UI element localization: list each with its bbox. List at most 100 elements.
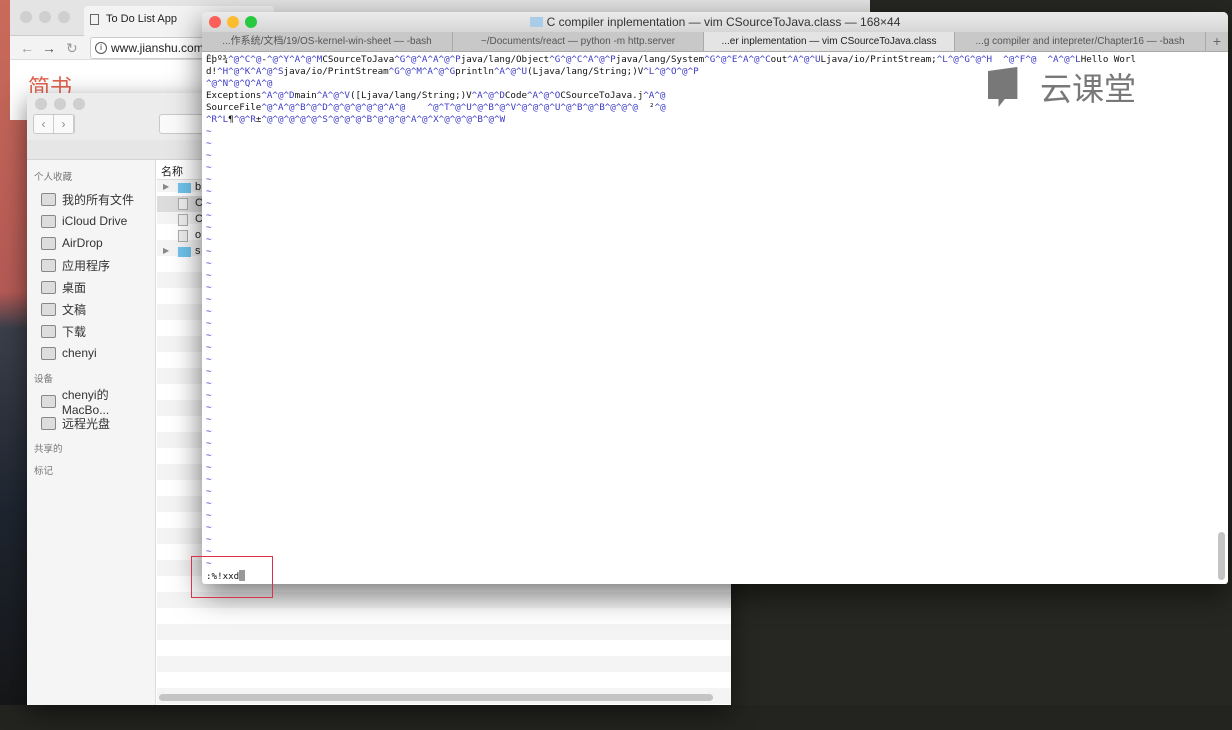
empty-line-tilde: ~ [206,306,212,317]
section-tags: 标记 [34,466,54,477]
empty-line-tilde: ~ [206,270,212,281]
download-icon [41,324,56,338]
sidebar-item[interactable]: 我的所有文件 [27,188,155,210]
forward-button[interactable]: › [54,115,74,133]
sidebar-item[interactable]: chenyi [27,342,155,364]
sidebar-item-label: chenyi的MacBo... [61,387,110,417]
empty-line-tilde: ~ [206,162,212,173]
file-name: o [195,229,202,241]
empty-line-tilde: ~ [206,198,212,209]
finder-sidebar: 个人收藏 我的所有文件 iCloud Drive AirDrop 应用程序 桌面 文稿 下载… [27,160,156,705]
sidebar-item[interactable]: chenyi的MacBo... [27,388,155,417]
empty-line-tilde: ~ [206,222,212,233]
sidebar-item[interactable]: AirDrop [27,232,155,254]
new-tab-button[interactable]: + [1206,32,1228,51]
sidebar-item-label: iCloud Drive [62,214,128,228]
empty-line-tilde: ~ [206,438,212,449]
watermark: 云课堂 [988,64,1136,110]
close-button[interactable] [209,16,221,28]
back-icon[interactable]: ← [20,40,34,56]
empty-line-tilde: ~ [206,450,212,461]
info-icon: i [95,42,107,54]
watermark-text: 云课堂 [1040,71,1137,107]
nav-buttons: ‹ › [33,114,75,134]
forward-icon[interactable]: → [42,40,56,56]
sidebar-item-label: 远程光盘 [62,416,111,431]
file-name: s [195,245,201,257]
empty-line-tilde: ~ [206,510,212,521]
sidebar-item-label: 下载 [62,324,87,339]
buffer-line: ^R^L¶^@^R±^@^@^@^@^@^S^@^@^@^B^@^@^@^A^@… [206,114,506,125]
back-button[interactable]: ‹ [34,115,54,133]
sidebar-item-label: AirDrop [62,236,103,250]
empty-line-tilde: ~ [206,534,212,545]
empty-line-tilde: ~ [206,258,212,269]
sidebar-item[interactable]: 下载 [27,320,155,342]
window-controls[interactable] [35,98,85,110]
terminal-window: C compiler inplementation — vim CSourceT… [202,12,1228,584]
empty-line-tilde: ~ [206,138,212,149]
airdrop-icon [41,236,56,250]
empty-line-tilde: ~ [206,294,212,305]
empty-line-tilde: ~ [206,150,212,161]
sidebar-item-label: 文稿 [62,302,87,317]
empty-line-tilde: ~ [206,498,212,509]
section-shared: 共享的 [34,444,63,455]
command-line[interactable]: :%!xxd [206,570,1214,583]
empty-line-tilde: ~ [206,414,212,425]
terminal-tab[interactable]: ...作系统/文档/19/OS-kernel-win-sheet — -bash [202,32,453,51]
empty-line-tilde: ~ [206,186,212,197]
empty-line-tilde: ~ [206,354,212,365]
folder-icon [178,247,191,257]
empty-line-tilde: ~ [206,426,212,437]
empty-line-tilde: ~ [206,558,212,569]
empty-line-tilde: ~ [206,318,212,329]
reload-icon[interactable]: ↻ [66,40,78,57]
documents-icon [41,302,56,316]
home-icon [41,346,56,360]
terminal-tab[interactable]: ~/Documents/react — python -m http.serve… [453,32,704,51]
empty-line-tilde: ~ [206,402,212,413]
minimize-button[interactable] [227,16,239,28]
sidebar-item[interactable]: iCloud Drive [27,210,155,232]
empty-line-tilde: ~ [206,390,212,401]
file-icon [178,230,188,242]
sidebar-item[interactable]: 文稿 [27,298,155,320]
empty-line-tilde: ~ [206,126,212,137]
terminal-titlebar: C compiler inplementation — vim CSourceT… [202,12,1228,32]
zoom-button[interactable] [245,16,257,28]
desktop-icon [41,280,56,294]
empty-line-tilde: ~ [206,462,212,473]
file-name: b [195,181,202,193]
sidebar-item-label: chenyi [62,346,97,360]
empty-line-tilde: ~ [206,486,212,497]
disc-icon [41,416,56,430]
empty-line-tilde: ~ [206,378,212,389]
terminal-tab[interactable]: ...er inplementation — vim CSourceToJava… [704,32,955,51]
all-files-icon [41,192,56,206]
terminal-tab[interactable]: ...g compiler and intepreter/Chapter16 —… [955,32,1206,51]
vertical-scrollbar[interactable] [1218,532,1225,580]
horizontal-scrollbar[interactable] [159,694,713,701]
empty-line-tilde: ~ [206,282,212,293]
folder-icon [529,17,543,27]
desktop-background [0,705,1232,730]
disclosure-triangle-icon[interactable]: ▶ [163,182,169,191]
disclosure-triangle-icon[interactable]: ▶ [163,246,169,255]
file-icon [178,198,188,210]
sidebar-item-label: 桌面 [62,280,87,295]
sidebar-item[interactable]: 桌面 [27,276,155,298]
url-text: www.jianshu.com [111,41,204,55]
empty-line-tilde: ~ [206,474,212,485]
sidebar-item-label: 应用程序 [62,258,111,273]
empty-line-tilde: ~ [206,210,212,221]
window-controls[interactable] [20,11,70,23]
sidebar-item-label: 我的所有文件 [62,192,135,207]
empty-line-tilde: ~ [206,330,212,341]
empty-line-tilde: ~ [206,546,212,557]
vim-buffer[interactable]: Êþº¾^@^C^@-^@^Y^A^@^MCSourceToJava^G^@^A… [206,54,1214,584]
sidebar-item[interactable]: 应用程序 [27,254,155,276]
empty-line-tilde: ~ [206,366,212,377]
folder-icon [178,183,191,193]
annotation-highlight-box [191,556,273,598]
